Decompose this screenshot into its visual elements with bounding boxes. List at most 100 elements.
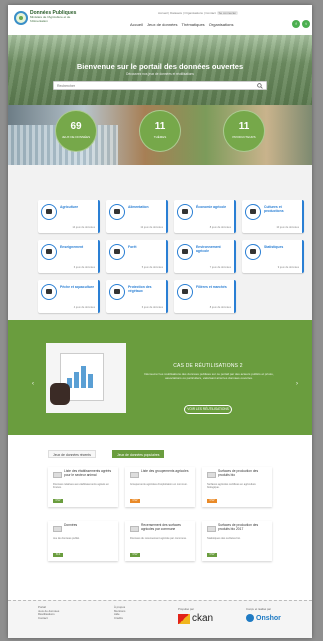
site-footer: Portail Jeux de données Réutilisations C… [8,600,312,638]
category-card[interactable]: Agriculture 14 jeux de données [38,200,100,233]
nav-item-datasets[interactable]: Jeux de données [147,22,177,27]
onshor-credit[interactable]: Conçu et réalisé par Onshor [246,607,281,622]
category-card[interactable]: Forêt 5 jeux de données [106,240,168,273]
category-card[interactable]: Alimentation 12 jeux de données [106,200,168,233]
shop-icon [177,204,193,220]
search-input[interactable] [57,83,247,89]
categories-section: Agriculture 14 jeux de données Alimentati… [8,165,312,320]
ckan-logo-text: ckan [192,613,214,624]
stat-themes[interactable]: 11 THÈMES [139,110,181,152]
category-card[interactable]: Filières et marchés 8 jeux de données [174,280,236,313]
tree-icon [109,244,125,260]
category-card[interactable]: Enseignement 6 jeux de données [38,240,100,273]
datasets-section: Jeux de données récents Jeux de données … [8,435,312,600]
category-card[interactable]: Statistiques 9 jeux de données [242,240,304,273]
dataset-desc: Groupements agricoles d'exploitation en … [130,483,188,486]
footer-links-portal: Portail Jeux de données Réutilisations C… [38,605,59,621]
stat-producers[interactable]: 11 PRODUCTEURS [223,110,265,152]
category-card[interactable]: Économie agricole 8 jeux de données [174,200,236,233]
page: Données Publiques Ministère de l'Agricul… [8,5,312,638]
crops-icon [245,204,261,220]
onshor-label: Conçu et réalisé par [246,607,272,611]
hero-banner: Bienvenue sur le portail des données ouv… [8,35,312,105]
dataset-card[interactable]: Surfaces de production des produits bio S… [202,467,272,507]
login-link[interactable]: Se connecter [216,11,239,15]
dataset-icon [53,526,62,532]
chart-icon [245,244,261,260]
bar-shape [74,372,79,388]
facebook-icon[interactable]: f [292,20,300,28]
dataset-title: Liste des groupements agricoles [141,469,189,473]
category-title: Environnement agricole [196,245,221,253]
stat-datasets[interactable]: 69 JEUX DE DONNÉES [55,110,97,152]
category-count: 12 jeux de données [140,226,163,229]
nav-item-organizations[interactable]: Organisations [209,22,234,27]
search-box [53,81,267,90]
carousel-prev-icon[interactable]: ‹ [32,381,34,387]
reuse-section: ‹ CAS DE RÉUTILISATIONS 2 Découvrez les … [8,320,312,435]
format-badge: XLS [53,553,63,557]
building-icon [177,284,193,300]
ministry-name: Ministère de l'Agriculture et de l'Alime… [30,15,71,23]
dataset-title: Données [64,523,78,527]
tab-recent[interactable]: Jeux de données récents [48,450,96,458]
see-reuses-button[interactable]: VOIR LES RÉUTILISATIONS [184,405,232,414]
dataset-card[interactable]: Liste des établissements agréés pour le … [48,467,118,507]
dataset-card[interactable]: Recensement des surfaces agricoles par c… [125,521,195,561]
category-count: 8 jeux de données [209,226,231,229]
category-count: 7 jeux de données [209,266,231,269]
hero-subtitle: Découvrez nos jeux de données et réutili… [126,72,194,76]
dataset-card[interactable]: Liste des groupements agricoles Groupemen… [125,467,195,507]
carousel-next-icon[interactable]: › [296,381,298,387]
dataset-title: Recensement des surfaces agricoles par c… [141,523,181,531]
bar-shape [81,366,86,388]
category-count: 6 jeux de données [73,266,95,269]
footer-link[interactable]: Crédits [114,616,125,621]
ckan-label: Propulsé par [178,607,194,611]
stat-number: 69 [70,121,82,132]
footer-links-about: À propos Mentions Aide Crédits [114,605,125,621]
dataset-desc: Données relatives aux établissements agr… [53,483,109,490]
stat-number: 11 [238,121,250,132]
category-count: 9 jeux de données [277,266,299,269]
stat-number: 11 [154,121,166,132]
dataset-icon [207,472,216,478]
hand-image [50,383,70,405]
footer-link[interactable]: Contact [38,616,59,621]
dataset-icon [207,526,216,532]
onshor-logo-text: Onshor [256,614,281,622]
category-card[interactable]: Cultures et productions 10 jeux de donnée… [242,200,304,233]
search-icon[interactable] [257,83,263,89]
truck-icon [109,284,125,300]
category-count: 8 jeux de données [209,306,231,309]
dataset-card[interactable]: Données Jeu de données publié. XLS [48,521,118,561]
tractor-icon [41,284,57,300]
stat-label: THÈMES [153,135,167,139]
nav-item-home[interactable]: Accueil [130,22,143,27]
dataset-card[interactable]: Surfaces de production des produits bio … [202,521,272,561]
category-card[interactable]: Protection des végétaux 6 jeux de données [106,280,168,313]
category-count: 10 jeux de données [276,226,299,229]
category-title: Alimentation [128,205,149,209]
ckan-credit[interactable]: Propulsé par ckan [178,607,213,624]
stats-band: 69 JEUX DE DONNÉES 11 THÈMES 11 PRODUCTE… [8,105,312,165]
category-card[interactable]: Pêche et aquaculture 4 jeux de données [38,280,100,313]
format-badge: CSV [130,499,140,503]
top-links: Accueil | Datasets | Organisations | Con… [158,11,239,15]
twitter-icon[interactable]: t [302,20,310,28]
sprinkler-icon [41,204,57,220]
category-card[interactable]: Environnement agricole 7 jeux de données [174,240,236,273]
dataset-title: Surfaces de production des produits bio … [218,523,259,531]
top-links-text[interactable]: Accueil | Datasets | Organisations | Con… [158,11,216,15]
reuse-illustration [46,343,126,413]
category-count: 4 jeux de données [73,306,95,309]
site-header: Données Publiques Ministère de l'Agricul… [8,5,312,35]
reuse-text: Découvrez les réutilisations des données… [144,372,274,380]
dataset-desc: Jeu de données publié. [53,537,80,540]
hero-title: Bienvenue sur le portail des données ouv… [76,62,244,71]
dataset-desc: Statistiques des surfaces bio. [207,537,241,540]
category-title: Forêt [128,245,137,249]
nav-item-themes[interactable]: Thématiques [182,22,205,27]
tab-popular[interactable]: Jeux de données populaires [112,450,165,458]
category-title: Filières et marchés [196,285,227,289]
